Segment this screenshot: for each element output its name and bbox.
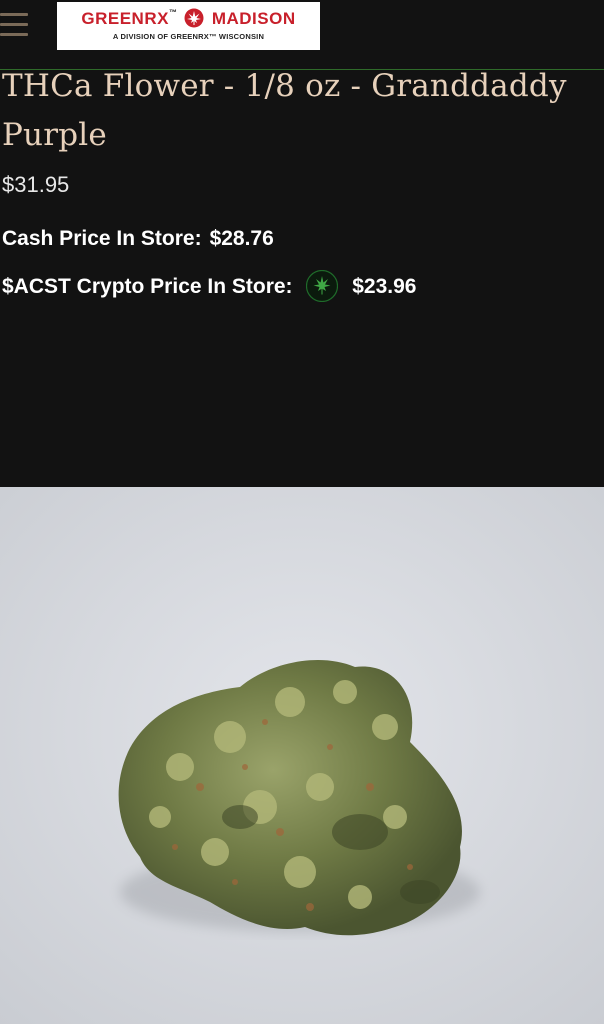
hamburger-menu-icon[interactable] [0,10,30,40]
logo-wordmark: GREENRX™ MADISON [57,8,320,30]
logo-trademark: ™ [168,8,177,17]
cash-price-value: $28.76 [209,227,274,250]
logo-subtitle: A DIVISION OF GREENRX™ WISCONSIN [112,32,265,41]
cash-price-label: Cash Price In Store: [2,227,202,250]
site-logo[interactable]: GREENRX™ MADISON A DIVISION OF GREENRX™ … [57,2,320,50]
site-header: GREENRX™ MADISON A DIVISION OF GREENRX™ … [0,0,604,70]
cash-price-row: Cash Price In Store: $28.76 [2,227,274,251]
logo-brand-right: MADISON [211,9,296,28]
product-photo[interactable] [0,487,604,1024]
crypto-price-value: $23.96 [352,275,417,298]
crypto-price-label: $ACST Crypto Price In Store: [2,275,293,298]
product-title: THCa Flower - 1/8 oz - Granddaddy Purple [2,68,567,153]
crypto-price-row: $ACST Crypto Price In Store: $23.96 [2,270,416,302]
product-price: $31.95 [2,172,70,197]
cannabis-leaf-icon [184,8,204,28]
acst-coin-icon [306,270,339,302]
logo-brand-left: GREENRX [81,9,169,28]
